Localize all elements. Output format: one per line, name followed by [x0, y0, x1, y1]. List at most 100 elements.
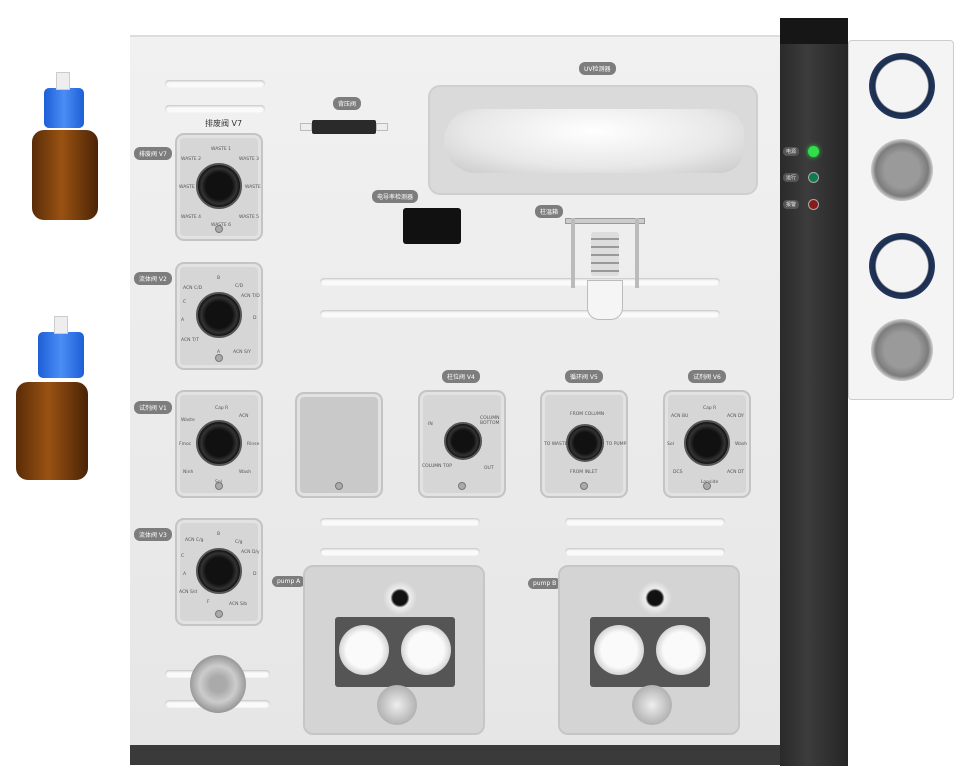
port-label: Fmoc	[179, 442, 192, 447]
uv-detector	[428, 85, 758, 195]
back-pressure-valve-label: 背压阀	[333, 97, 362, 110]
port-label: WASTE 3	[239, 157, 260, 162]
valve-rotor[interactable]	[196, 420, 242, 466]
tubing-slot	[320, 310, 720, 318]
port-label: ACN DT	[727, 470, 745, 475]
v5-label: 循环阀 V5	[565, 370, 603, 383]
tubing-slot	[320, 518, 480, 526]
port-label: ACN BU	[671, 414, 689, 419]
screw	[703, 482, 711, 490]
power-indicator-label: 电源	[783, 147, 800, 156]
port-label: WASTE	[179, 185, 195, 190]
tubing-slot	[565, 518, 725, 526]
port-label: ACN S/d	[179, 590, 198, 595]
tubing-slot	[320, 278, 720, 286]
valve-rotor[interactable]	[444, 422, 482, 460]
tubing-slot	[320, 548, 480, 556]
port-label: B	[217, 276, 221, 281]
screw	[215, 610, 223, 618]
port-label: WASTE 4	[181, 215, 202, 220]
port-label: Wash	[735, 442, 748, 447]
screw	[215, 482, 223, 490]
port-label: ACN DY	[727, 414, 744, 419]
valve-v3[interactable]: B ACN C/g C/g ACN D/y C D ACN S/d ACN S/…	[175, 518, 263, 626]
screw	[215, 354, 223, 362]
port-label: DCS	[673, 470, 683, 475]
uv-detector-label: UV检测器	[579, 62, 616, 75]
valve-rotor[interactable]	[684, 420, 730, 466]
valve-v7[interactable]: WASTE 1 WASTE 2 WASTE 3 WASTE WASTE WAST…	[175, 133, 263, 241]
blank-plate	[295, 392, 383, 498]
pressure-regulator-knob[interactable]	[871, 139, 933, 201]
port-label: ACN C/D	[183, 286, 203, 291]
port-label: ACN T/D	[241, 294, 260, 299]
back-pressure-valve	[300, 118, 390, 136]
port-label: C	[183, 300, 187, 305]
port-label: F	[207, 600, 210, 605]
port-label: Sol	[667, 442, 674, 447]
tubing-slot	[165, 105, 265, 113]
v3-label: 流体阀 V3	[134, 528, 172, 541]
run-indicator-label: 运行	[783, 173, 800, 182]
port-label: Ninh	[183, 470, 194, 475]
valve-v1[interactable]: Cap R ACN Waste Fmoc Rinse Wash Ninh Sol	[175, 390, 263, 498]
port-label: A	[181, 318, 185, 323]
port-label: A	[183, 572, 187, 577]
port-label: ACN D/y	[241, 550, 260, 555]
valve-rotor[interactable]	[566, 424, 604, 462]
port-label: D	[253, 316, 257, 321]
pump-a	[303, 565, 485, 735]
valve-rotor[interactable]	[196, 292, 242, 338]
pressure-regulator-knob[interactable]	[871, 319, 933, 381]
v1-label: 试剂阀 V1	[134, 401, 172, 414]
v6-label: 试剂阀 V6	[688, 370, 726, 383]
valve-v2[interactable]: B ACN C/D C/D ACN T/D C D A ACN T/T A AC…	[175, 262, 263, 370]
port-label: Cap R	[703, 406, 717, 411]
valve-v5[interactable]: FROM COLUMN TO WASTE TO PUMP FROM INLET	[540, 390, 628, 498]
mixer	[190, 655, 246, 713]
port-label: Wash	[239, 470, 252, 475]
conductivity-detector-label: 电导率检测器	[372, 190, 419, 203]
tubing-slot	[165, 80, 265, 88]
port-label: ACN T/T	[181, 338, 199, 343]
screw	[580, 482, 588, 490]
port-label: OUT	[484, 466, 494, 471]
column-oven-label: 柱温箱	[535, 205, 564, 218]
valve-v4[interactable]: IN COLUMN BOTTOM COLUMN TOP OUT	[418, 390, 506, 498]
pressure-gauge-icon	[869, 233, 935, 299]
port-label: C	[181, 554, 185, 559]
v2-label: 流体阀 V2	[134, 272, 172, 285]
port-label: Cap R	[215, 406, 229, 411]
valve-rotor[interactable]	[196, 163, 242, 209]
port-label: ACN S/b	[229, 602, 248, 607]
port-label: WASTE 2	[181, 157, 202, 162]
screw	[215, 225, 223, 233]
pressure-gauge-icon	[869, 53, 935, 119]
run-led-icon	[808, 172, 819, 183]
port-label: TO WASTE	[544, 442, 568, 447]
port-label: WASTE 5	[239, 215, 260, 220]
port-label: ACN C/g	[185, 538, 204, 543]
screw	[335, 482, 343, 490]
uv-flow-cell	[444, 109, 744, 173]
v4-label: 柱位阀 V4	[442, 370, 480, 383]
v7-side-label: 排废阀 V7	[134, 147, 172, 160]
tubing-slot	[565, 548, 725, 556]
screw	[458, 482, 466, 490]
alarm-led-icon	[808, 199, 819, 210]
v7-title: 排废阀 V7	[205, 119, 243, 128]
valve-rotor[interactable]	[196, 548, 242, 594]
port-label: COLUMN TOP	[422, 464, 452, 469]
pressure-panel	[848, 40, 954, 400]
pump-a-label: pump A	[272, 576, 306, 587]
reagent-bottle	[22, 68, 102, 223]
pump-b-label: pump B	[528, 578, 562, 589]
port-label: ACN	[239, 414, 249, 419]
port-label: C/D	[235, 284, 244, 289]
port-label: COLUMN BOTTOM	[480, 416, 500, 426]
valve-v6[interactable]: Cap R ACN BU ACN DY Sol Wash DCS ACN DT …	[663, 390, 751, 498]
port-label: FROM COLUMN	[570, 412, 605, 417]
port-label: WASTE	[245, 185, 261, 190]
column-holder	[565, 210, 645, 320]
port-label: Waste	[181, 418, 195, 423]
